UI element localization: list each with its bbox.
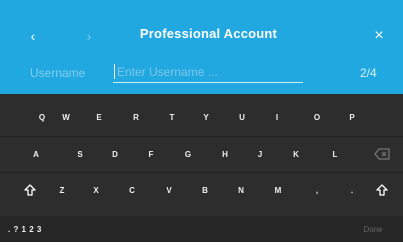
key-k[interactable]: K xyxy=(282,136,310,172)
key-c[interactable]: C xyxy=(118,172,146,208)
shift-icon xyxy=(376,184,388,196)
username-label: Username xyxy=(30,66,86,80)
shift-icon xyxy=(24,184,36,196)
key-n[interactable]: N xyxy=(227,172,255,208)
shift-right-key[interactable] xyxy=(366,172,398,208)
backspace-icon xyxy=(374,148,390,160)
key-t[interactable]: T xyxy=(158,99,186,135)
key-d[interactable]: D xyxy=(101,136,129,172)
username-input[interactable] xyxy=(113,62,303,83)
key-o[interactable]: O xyxy=(303,99,331,135)
key-comma[interactable]: , xyxy=(303,172,331,208)
key-f[interactable]: F xyxy=(137,136,165,172)
step-indicator: 2/4 xyxy=(360,66,377,80)
key-x[interactable]: X xyxy=(82,172,110,208)
back-icon[interactable]: ‹ xyxy=(23,24,43,48)
key-period[interactable]: . xyxy=(338,172,366,208)
key-y[interactable]: Y xyxy=(192,99,220,135)
keyboard-bottom-row: . ? 1 2 3 Done xyxy=(0,216,403,242)
backspace-key[interactable] xyxy=(366,136,398,172)
key-u[interactable]: U xyxy=(228,99,256,135)
page-title: Professional Account xyxy=(139,26,278,41)
key-a[interactable]: A xyxy=(22,136,50,172)
forward-icon[interactable]: › xyxy=(79,24,99,48)
key-j[interactable]: J xyxy=(246,136,274,172)
key-i[interactable]: I xyxy=(263,99,291,135)
key-z[interactable]: Z xyxy=(48,172,76,208)
key-l[interactable]: L xyxy=(321,136,349,172)
key-m[interactable]: M xyxy=(264,172,292,208)
key-r[interactable]: R xyxy=(122,99,150,135)
key-h[interactable]: H xyxy=(211,136,239,172)
key-v[interactable]: V xyxy=(155,172,183,208)
key-w[interactable]: W xyxy=(52,99,80,135)
app-screen: ‹ › Professional Account × Username 2/4 … xyxy=(0,0,403,242)
shift-left-key[interactable] xyxy=(16,172,44,208)
key-b[interactable]: B xyxy=(191,172,219,208)
header-bar: ‹ › Professional Account × Username 2/4 xyxy=(0,0,403,94)
key-s[interactable]: S xyxy=(66,136,94,172)
key-g[interactable]: G xyxy=(174,136,202,172)
key-e[interactable]: E xyxy=(85,99,113,135)
text-caret xyxy=(114,64,115,79)
close-icon[interactable]: × xyxy=(369,24,389,48)
key-p[interactable]: P xyxy=(338,99,366,135)
